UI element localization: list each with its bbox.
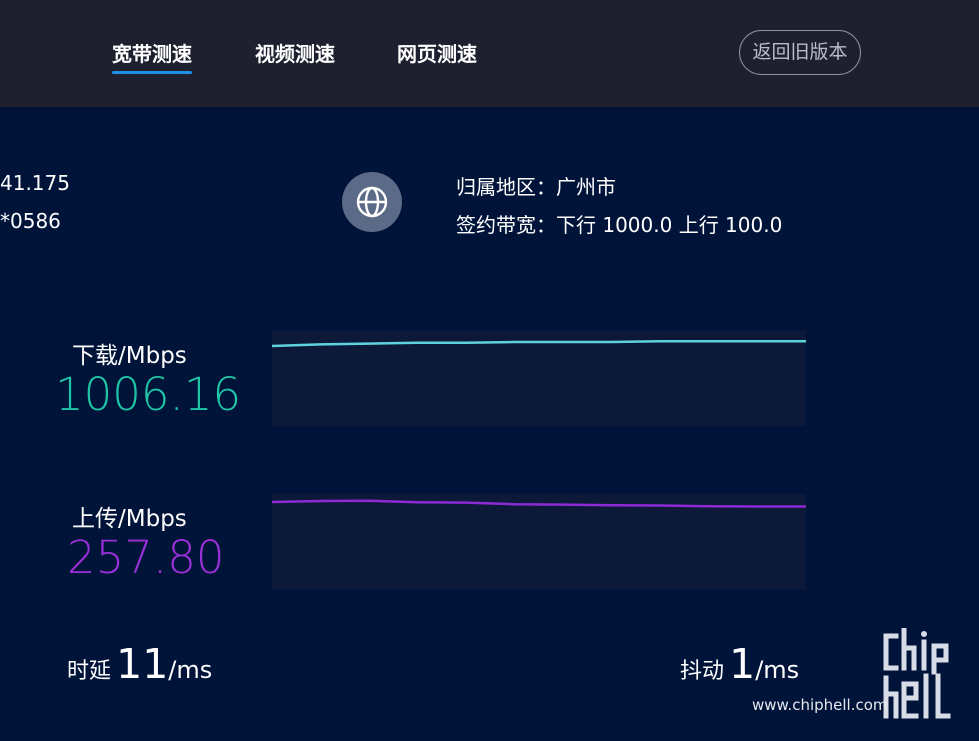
- latency-value: 11: [116, 640, 169, 688]
- jitter-stat: 抖动 1/ms: [680, 640, 799, 688]
- return-old-version-button[interactable]: 返回旧版本: [739, 30, 861, 75]
- chiphell-logo: [883, 628, 951, 719]
- globe-icon: [342, 172, 402, 232]
- tab-video-speed[interactable]: 视频测速: [255, 38, 335, 67]
- region-value: 广州市: [556, 175, 616, 199]
- upload-value: 257.80: [67, 531, 225, 584]
- jitter-label: 抖动: [680, 659, 725, 684]
- latency-unit: /ms: [168, 656, 213, 684]
- download-chart: [272, 330, 806, 426]
- upload-chart: [272, 494, 806, 590]
- bandwidth-label: 签约带宽：: [456, 213, 556, 237]
- account-id: *0586: [0, 209, 61, 233]
- download-label: 下载/Mbps: [72, 343, 187, 369]
- latency-stat: 时延 11/ms: [67, 640, 212, 688]
- jitter-value: 1: [729, 640, 756, 688]
- download-series-line: [272, 339, 806, 348]
- upload-series-line: [272, 499, 806, 508]
- watermark-url: www.chiphell.com: [752, 696, 888, 714]
- top-nav-bar: 宽带测速 视频测速 网页测速 返回旧版本: [0, 0, 979, 107]
- jitter-unit: /ms: [755, 656, 800, 684]
- upload-label: 上传/Mbps: [72, 506, 187, 532]
- bandwidth-row: 签约带宽：下行 1000.0 上行 100.0: [456, 209, 782, 238]
- ip-address: 41.175: [0, 171, 70, 195]
- region-row: 归属地区：广州市: [456, 171, 616, 200]
- region-label: 归属地区：: [456, 175, 556, 199]
- tab-broadband-speed[interactable]: 宽带测速: [112, 38, 192, 74]
- latency-label: 时延: [67, 659, 112, 684]
- tab-web-speed[interactable]: 网页测速: [397, 38, 477, 67]
- download-value: 1006.16: [55, 368, 242, 421]
- bandwidth-value: 下行 1000.0 上行 100.0: [556, 213, 783, 237]
